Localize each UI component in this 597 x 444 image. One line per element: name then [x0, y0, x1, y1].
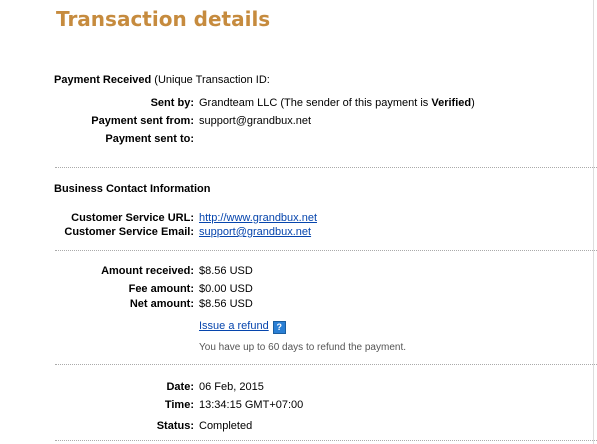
business-contact-heading: Business Contact Information [54, 183, 211, 195]
customer-service-url-cell: http://www.grandbux.net [199, 212, 317, 224]
amount-received-value: $8.56 USD [199, 265, 253, 277]
time-value: 13:34:15 GMT+07:00 [199, 399, 304, 411]
payment-received-label: Payment Received [54, 74, 152, 86]
section-divider [55, 364, 597, 365]
status-value: Completed [199, 420, 253, 432]
amount-received-label: Amount received: [101, 265, 194, 277]
status-label: Status: [156, 420, 194, 432]
customer-service-url-link[interactable]: http://www.grandbux.net [199, 212, 317, 224]
customer-service-email-label: Customer Service Email: [64, 226, 194, 238]
net-amount-value: $8.56 USD [199, 298, 253, 310]
payment-sent-to-label: Payment sent to: [105, 133, 194, 145]
section-divider [55, 167, 597, 168]
payment-sent-from-label: Payment sent from: [91, 115, 194, 127]
date-value: 06 Feb, 2015 [199, 381, 264, 393]
customer-service-email-cell: support@grandbux.net [199, 226, 311, 238]
time-label: Time: [164, 399, 194, 411]
customer-service-email-link[interactable]: support@grandbux.net [199, 226, 311, 238]
sent-by-value: Grandteam LLC (The sender of this paymen… [199, 97, 475, 109]
sent-by-close: ) [471, 97, 475, 109]
transaction-id-label: (Unique Transaction ID: [154, 74, 270, 86]
refund-row: Issue a refund? [199, 320, 286, 334]
customer-service-url-label: Customer Service URL: [71, 212, 194, 224]
sent-by-sender: Grandteam LLC (The sender of this paymen… [199, 97, 432, 109]
date-label: Date: [166, 381, 194, 393]
page-title: Transaction details [56, 7, 271, 31]
section-divider [55, 440, 597, 441]
refund-note: You have up to 60 days to refund the pay… [199, 342, 407, 353]
fee-amount-label: Fee amount: [128, 283, 194, 295]
sent-by-label: Sent by: [150, 97, 194, 109]
payment-sent-from-value: support@grandbux.net [199, 115, 312, 127]
verified-status: Verified [431, 97, 472, 109]
fee-amount-value: $0.00 USD [199, 283, 253, 295]
payment-received-line: Payment Received (Unique Transaction ID: [54, 74, 270, 86]
net-amount-label: Net amount: [129, 298, 194, 310]
right-border [593, 0, 594, 444]
question-help-icon[interactable]: ? [272, 321, 286, 334]
section-divider [55, 250, 597, 251]
issue-refund-link[interactable]: Issue a refund [199, 320, 269, 332]
